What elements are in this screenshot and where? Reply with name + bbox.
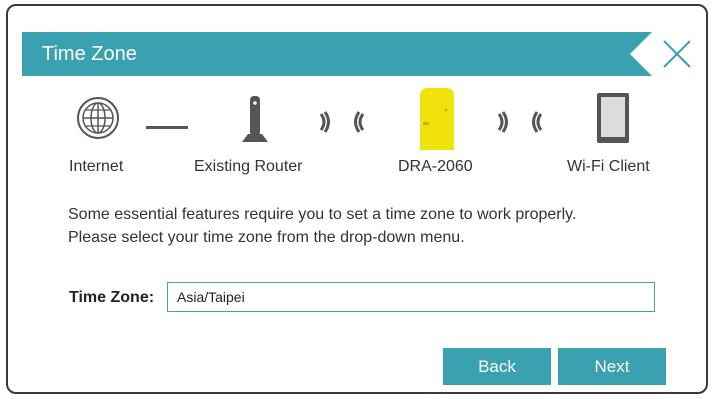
wireless-signal-icon: [317, 110, 371, 139]
globe-icon: [76, 96, 120, 145]
wireless-signal-icon-2: [495, 110, 549, 139]
time-zone-input[interactable]: [167, 282, 655, 312]
node-label-internet: Internet: [69, 158, 124, 175]
node-label-dra-2060: DRA-2060: [398, 158, 473, 175]
back-button[interactable]: Back: [443, 348, 551, 385]
dialog-title: Time Zone: [42, 43, 137, 65]
info-message: Some essential features require you to s…: [68, 203, 688, 249]
node-label-wifi-client: Wi-Fi Client: [567, 158, 650, 175]
close-button[interactable]: [661, 38, 693, 70]
router-icon: [238, 94, 272, 149]
info-message-line-2: Please select your time zone from the dr…: [68, 229, 465, 246]
next-button[interactable]: Next: [558, 348, 666, 385]
close-icon: [663, 40, 691, 68]
dialog-header: Time Zone: [22, 32, 652, 76]
extender-device-icon: [414, 86, 460, 157]
tablet-icon: [596, 92, 630, 149]
node-label-existing-router: Existing Router: [194, 158, 303, 175]
info-message-line-1: Some essential features require you to s…: [68, 206, 577, 223]
time-zone-label: Time Zone:: [69, 289, 155, 306]
wired-connection-line: [146, 117, 188, 135]
